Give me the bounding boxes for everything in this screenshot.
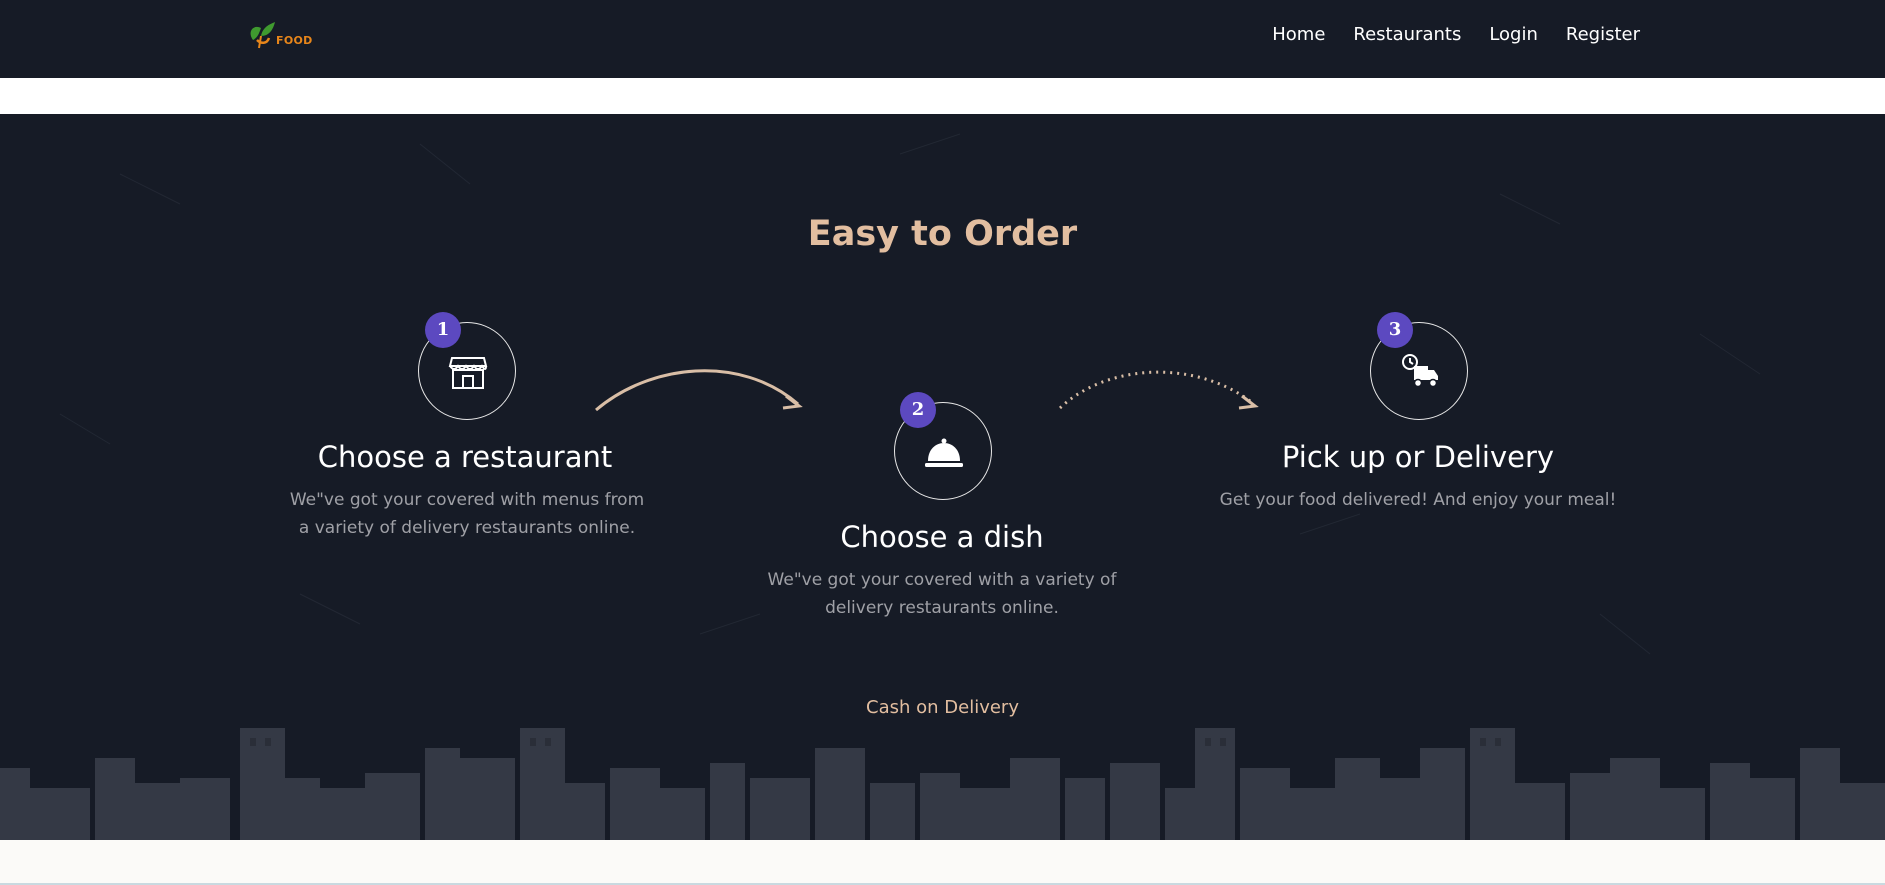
step-description: We"ve got your covered with menus from a… <box>289 490 645 538</box>
top-navbar: FOOD Home Restaurants Login Register <box>0 0 1885 78</box>
step-description: We"ve got your covered with a variety of… <box>767 570 1117 618</box>
curved-arrow-icon <box>595 369 803 412</box>
delivery-truck-icon <box>1402 354 1438 388</box>
payment-note: Cash on Delivery <box>866 697 1019 718</box>
main-nav: Home Restaurants Login Register <box>1272 24 1640 45</box>
spacer-strip <box>0 78 1885 114</box>
easy-to-order-section: Easy to Order 1 Choose a restaurant We"v… <box>0 114 1885 840</box>
nav-restaurants[interactable]: Restaurants <box>1353 24 1461 45</box>
step-number-badge: 2 <box>900 392 936 428</box>
nav-login[interactable]: Login <box>1489 24 1538 45</box>
step-number-badge: 1 <box>425 312 461 348</box>
page-footer-strip <box>0 840 1885 885</box>
storefront-icon <box>448 357 488 389</box>
step-title: Choose a dish <box>840 520 1044 554</box>
step-title: Choose a restaurant <box>317 440 613 474</box>
dotted-arrow-icon <box>1058 370 1259 410</box>
cloche-icon <box>925 438 963 467</box>
step-title: Pick up or Delivery <box>1281 440 1555 474</box>
nav-home[interactable]: Home <box>1272 24 1325 45</box>
step-number-badge: 3 <box>1377 312 1413 348</box>
nav-register[interactable]: Register <box>1566 24 1640 45</box>
logo-text: FOOD <box>276 34 313 47</box>
section-title: Easy to Order <box>807 214 1078 254</box>
step-description: Get your food delivered! And enjoy your … <box>1219 490 1617 510</box>
city-skyline-illustration <box>0 728 1885 840</box>
